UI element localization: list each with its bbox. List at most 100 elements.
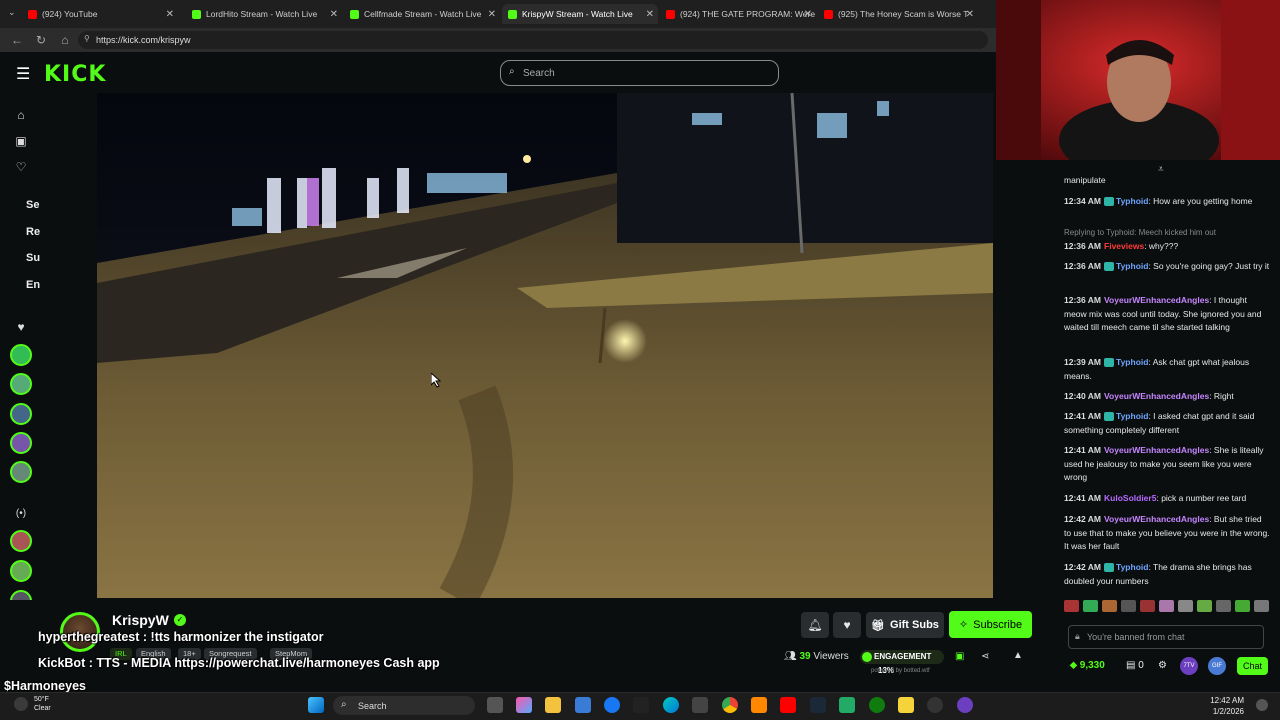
recommended-channel-avatar[interactable] (10, 530, 32, 552)
sidebar-section-label[interactable]: Se (26, 199, 39, 211)
browser-tab[interactable]: (925) The Honey Scam is Worse T ✕ (818, 4, 978, 24)
tab-close-icon[interactable]: ✕ (966, 9, 974, 20)
browser-tab[interactable]: KrispyW Stream - Watch Live ✕ (502, 4, 658, 24)
chat-username[interactable]: Typhoid (1116, 196, 1148, 206)
emote-icon[interactable] (1216, 600, 1231, 612)
chat-username[interactable]: Typhoid (1116, 261, 1148, 271)
browser-tab[interactable]: Cellfmade Stream - Watch Live ✕ (344, 4, 500, 24)
home-icon[interactable]: ⌂ (58, 33, 72, 47)
copilot-icon[interactable] (516, 697, 532, 713)
channel-points[interactable]: ⬥ 9,330 (1070, 660, 1105, 671)
task-view-icon[interactable] (487, 697, 503, 713)
taskbar-search[interactable]: ⌕ Search (333, 696, 475, 715)
chat-username[interactable]: Fiveviews (1104, 241, 1144, 251)
search-input[interactable]: ⌕ Search (500, 60, 779, 86)
steam-icon[interactable] (810, 697, 826, 713)
subscribe-button[interactable]: ✧ Subscribe (949, 611, 1032, 638)
chat-message[interactable]: 12:41 AM VoyeurWEnhancedAngles: She is li… (1064, 444, 1270, 485)
tab-close-icon[interactable]: ✕ (166, 9, 174, 20)
chat-message[interactable]: 12:36 AM VoyeurWEnhancedAngles: I thought… (1064, 294, 1270, 335)
notification-bell-button[interactable]: 🔔︎ (801, 612, 829, 638)
store-icon[interactable] (575, 697, 591, 713)
emote-icon[interactable] (1083, 600, 1098, 612)
edge-icon[interactable] (663, 697, 679, 713)
video-player[interactable] (97, 93, 993, 598)
tab-close-icon[interactable]: ✕ (330, 9, 338, 20)
app-icon[interactable] (839, 697, 855, 713)
chat-message[interactable]: 12:41 AM KuloSoldier5: pick a number ree … (1064, 492, 1270, 506)
recommended-channel-avatar[interactable] (10, 560, 32, 582)
chat-message[interactable]: 12:36 AM Typhoid: So you're going gay? Ju… (1064, 260, 1270, 274)
send-chat-button[interactable]: Chat (1237, 657, 1268, 675)
windows-start-icon[interactable] (308, 697, 324, 713)
emote-icon[interactable] (1064, 600, 1079, 612)
chat-username[interactable]: Typhoid (1116, 562, 1148, 572)
vlc-icon[interactable] (751, 697, 767, 713)
sidebar-section-label[interactable]: Su (26, 252, 40, 264)
chat-message[interactable]: 12:41 AM Typhoid: I asked chat gpt and it… (1064, 410, 1270, 437)
amazon-icon[interactable] (633, 697, 649, 713)
facebook-icon[interactable] (604, 697, 620, 713)
gift-subs-button[interactable]: 🎁︎ Gift Subs (866, 612, 944, 638)
reload-icon[interactable]: ↻ (34, 33, 48, 47)
chat-username[interactable]: VoyeurWEnhancedAngles (1104, 295, 1209, 305)
browser-tab[interactable]: (924) THE GATE PROGRAM: Were ✕ (660, 4, 816, 24)
sticky-notes-icon[interactable] (898, 697, 914, 713)
weather-widget[interactable]: 50°F Clear (34, 695, 51, 713)
home-nav-icon[interactable]: ⌂ (12, 108, 30, 122)
site-info-icon[interactable]: ⚲ (84, 34, 90, 43)
following-nav-icon[interactable]: ♡ (12, 160, 30, 174)
tab-list-chevron-icon[interactable]: ⌄ (8, 7, 16, 18)
chat-message[interactable]: 12:42 AM Typhoid: The drama she brings ha… (1064, 561, 1270, 588)
followed-channel-avatar[interactable] (10, 432, 32, 454)
emote-icon[interactable] (1197, 600, 1212, 612)
url-field[interactable]: ⚲ https://kick.com/krispyw (78, 31, 988, 49)
sidebar-section-label[interactable]: Re (26, 226, 40, 238)
emote-icon[interactable] (1102, 600, 1117, 612)
kick-logo[interactable]: KICK (44, 62, 106, 87)
browse-nav-icon[interactable]: ▣ (12, 134, 30, 148)
follow-button[interactable]: ♥ (833, 612, 861, 638)
emote-icon[interactable] (1121, 600, 1136, 612)
gif-icon[interactable]: GIF (1208, 657, 1226, 675)
youtube-icon[interactable] (780, 697, 796, 713)
chat-username[interactable]: VoyeurWEnhancedAngles (1104, 445, 1209, 455)
streamer-name[interactable]: KrispyW (112, 612, 169, 628)
chat-username[interactable]: VoyeurWEnhancedAngles (1104, 514, 1209, 524)
app-icon[interactable] (957, 697, 973, 713)
browser-tab[interactable]: LordHito Stream - Watch Live ✕ (186, 4, 342, 24)
followed-channel-avatar[interactable] (10, 461, 32, 483)
hamburger-menu-icon[interactable]: ☰ (16, 64, 30, 84)
chat-username[interactable]: Typhoid (1116, 411, 1148, 421)
xbox-icon[interactable] (869, 697, 885, 713)
emote-icon[interactable] (1178, 600, 1193, 612)
chat-username[interactable]: KuloSoldier5 (1104, 493, 1156, 503)
taskbar-clock[interactable]: 12:42 AM 1/2/2026 (1200, 695, 1244, 717)
back-icon[interactable]: ← (10, 33, 24, 47)
emote-icon[interactable] (1235, 600, 1250, 612)
report-icon[interactable]: ▲ (1013, 650, 1023, 661)
chat-username[interactable]: VoyeurWEnhancedAngles (1104, 391, 1209, 401)
emote-icon[interactable] (1140, 600, 1155, 612)
share-icon[interactable]: ⋖ (981, 651, 989, 662)
clip-icon[interactable]: ▣ (955, 651, 964, 662)
chat-settings-icon[interactable]: ⚙ (1158, 660, 1167, 671)
sidebar-section-label[interactable]: En (26, 279, 40, 291)
browser-tab[interactable]: (924) YouTube ✕ (22, 4, 178, 24)
chrome-icon[interactable] (722, 697, 738, 713)
tab-close-icon[interactable]: ✕ (804, 9, 812, 20)
calculator-icon[interactable] (692, 697, 708, 713)
weather-icon[interactable] (14, 697, 28, 711)
chat-input[interactable]: 🔒︎ You're banned from chat (1068, 625, 1264, 649)
tab-close-icon[interactable]: ✕ (646, 9, 654, 20)
emote-provider-icon[interactable]: 7TV (1180, 657, 1198, 675)
tab-close-icon[interactable]: ✕ (488, 9, 496, 20)
emote-icon[interactable] (1159, 600, 1174, 612)
chat-username[interactable]: Typhoid (1116, 357, 1148, 367)
notification-icon[interactable] (1256, 699, 1268, 711)
followed-channel-avatar[interactable] (10, 403, 32, 425)
emote-icon[interactable] (1254, 600, 1269, 612)
chat-message[interactable]: 12:34 AM Typhoid: How are you getting hom… (1064, 195, 1270, 209)
file-explorer-icon[interactable] (545, 697, 561, 713)
redeem-count[interactable]: ▤ 0 (1126, 660, 1144, 671)
